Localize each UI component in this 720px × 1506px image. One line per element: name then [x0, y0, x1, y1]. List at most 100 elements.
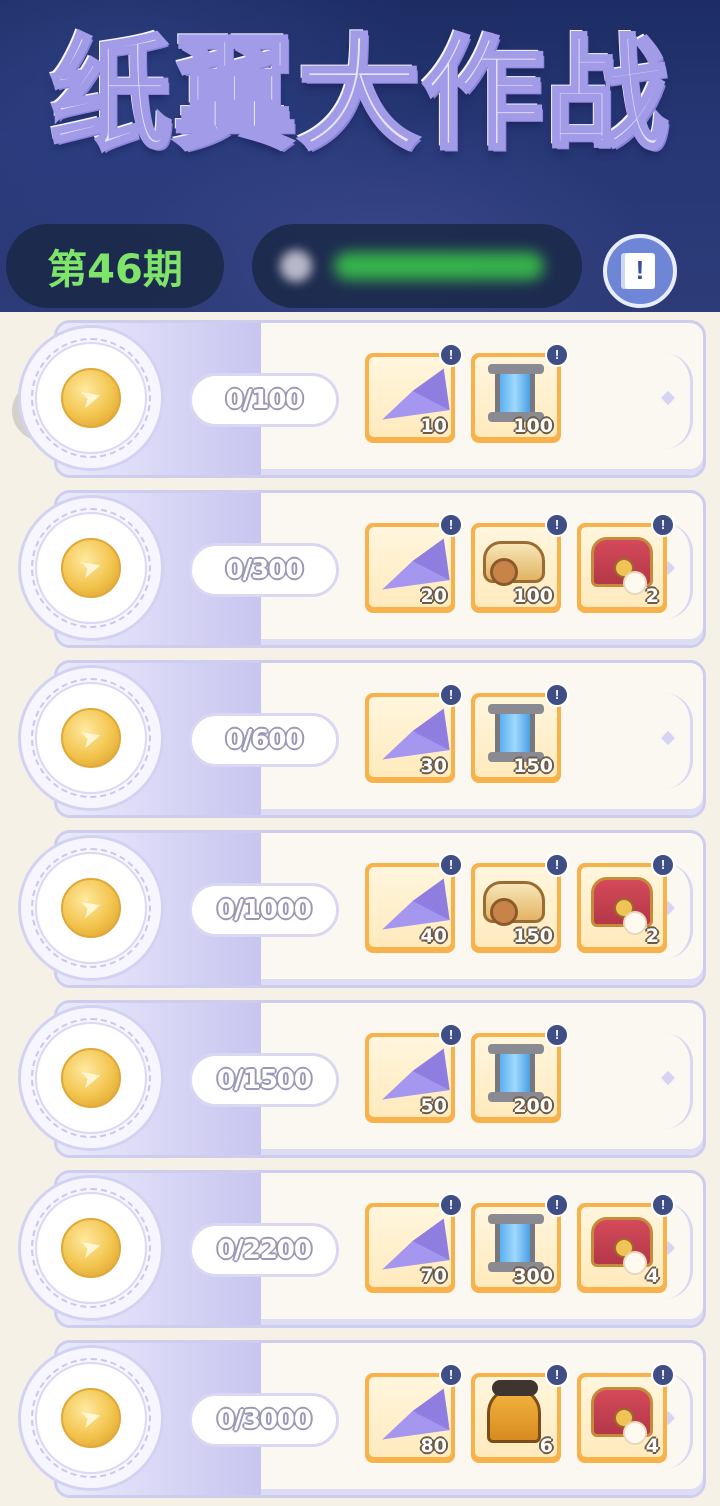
info-icon[interactable]: !: [651, 513, 675, 537]
tier-progress: 0/100: [189, 373, 339, 427]
plane-glyph-icon: ➤: [76, 550, 106, 586]
info-icon[interactable]: !: [651, 1193, 675, 1217]
info-icon[interactable]: !: [545, 513, 569, 537]
reward-item-energy-canister[interactable]: 200!: [471, 1023, 569, 1123]
bread-roll-icon: [483, 541, 545, 586]
book-icon: [625, 253, 655, 289]
wing-coin-icon: ➤: [45, 1048, 137, 1108]
medal-inner: ➤: [35, 852, 147, 964]
paper-plane-icon: [376, 368, 450, 420]
reward-item-paper-plane[interactable]: 20!: [365, 513, 463, 613]
tier-progress: 0/3000: [189, 1393, 339, 1447]
info-icon[interactable]: !: [545, 343, 569, 367]
reward-face: 100: [475, 527, 557, 607]
info-icon[interactable]: !: [439, 1193, 463, 1217]
tier-medal: ➤: [18, 1175, 164, 1321]
blurred-avatar: [280, 250, 312, 282]
reward-face: 50: [369, 1037, 451, 1117]
paper-plane-icon: [376, 538, 450, 590]
info-icon[interactable]: !: [439, 683, 463, 707]
reward-item-energy-canister[interactable]: 150!: [471, 683, 569, 783]
reward-face: 200: [475, 1037, 557, 1117]
tier-progress: 0/300: [189, 543, 339, 597]
info-icon[interactable]: !: [439, 513, 463, 537]
tier-progress: 0/2200: [189, 1223, 339, 1277]
reward-quantity: 4: [645, 1435, 659, 1457]
reward-face: 2: [581, 527, 663, 607]
medal-inner: ➤: [35, 1192, 147, 1304]
paper-plane-icon: [376, 1388, 450, 1440]
energy-canister-icon: [488, 364, 544, 422]
reward-quantity: 80: [420, 1435, 447, 1457]
reward-face: 150: [475, 697, 557, 777]
sticker-badge: [623, 911, 647, 935]
reward-item-energy-canister[interactable]: 300!: [471, 1193, 569, 1293]
energy-canister-icon: [488, 1214, 544, 1272]
medal-inner: ➤: [35, 1022, 147, 1134]
reward-item-bread-roll[interactable]: 150!: [471, 853, 569, 953]
reward-face: 100: [475, 357, 557, 437]
period-label: 第46期: [47, 247, 183, 293]
reward-item-paper-plane[interactable]: 70!: [365, 1193, 463, 1293]
plane-glyph-icon: ➤: [76, 1230, 106, 1266]
tier-medal: ➤: [18, 665, 164, 811]
reward-face: 4: [581, 1377, 663, 1457]
tier-medal: ➤: [18, 1005, 164, 1151]
tier-progress: 0/1000: [189, 883, 339, 937]
info-icon[interactable]: !: [651, 853, 675, 877]
tier-progress: 0/600: [189, 713, 339, 767]
reward-face: 30: [369, 697, 451, 777]
info-icon[interactable]: !: [545, 1363, 569, 1387]
sticker-badge: [623, 1251, 647, 1275]
reward-item-treasure-chest[interactable]: 2!: [577, 513, 675, 613]
wing-coin-icon: ➤: [45, 708, 137, 768]
rules-book-button[interactable]: [603, 234, 677, 308]
tier-medal: ➤: [18, 325, 164, 471]
reward-item-bread-roll[interactable]: 100!: [471, 513, 569, 613]
reward-item-golden-bell[interactable]: 6!: [471, 1363, 569, 1463]
reward-item-treasure-chest[interactable]: 4!: [577, 1363, 675, 1463]
event-header: 纸翼大作战 第46期: [0, 0, 720, 312]
reward-face: 20: [369, 527, 451, 607]
tier-medal: ➤: [18, 835, 164, 981]
info-icon[interactable]: !: [439, 853, 463, 877]
reward-item-treasure-chest[interactable]: 2!: [577, 853, 675, 953]
info-icon[interactable]: !: [651, 1363, 675, 1387]
tier-medal: ➤: [18, 1345, 164, 1491]
reward-face: 4: [581, 1207, 663, 1287]
reward-item-paper-plane[interactable]: 50!: [365, 1023, 463, 1123]
plane-glyph-icon: ➤: [76, 1400, 106, 1436]
reward-quantity: 2: [645, 585, 659, 607]
reward-item-treasure-chest[interactable]: 4!: [577, 1193, 675, 1293]
golden-bell-icon: [487, 1380, 541, 1443]
plane-glyph-icon: ➤: [76, 720, 106, 756]
energy-canister-icon: [488, 704, 544, 762]
info-icon[interactable]: !: [439, 343, 463, 367]
reward-face: 70: [369, 1207, 451, 1287]
wing-coin-icon: ➤: [45, 368, 137, 428]
info-icon[interactable]: !: [545, 1023, 569, 1047]
reward-face: 80: [369, 1377, 451, 1457]
event-title: 纸翼大作战: [48, 24, 670, 166]
reward-item-paper-plane[interactable]: 10!: [365, 343, 463, 443]
sticker-badge: [623, 571, 647, 595]
reward-item-paper-plane[interactable]: 80!: [365, 1363, 463, 1463]
reward-quantity: 200: [513, 1095, 553, 1117]
reward-quantity: 150: [513, 755, 553, 777]
reward-quantity: 4: [645, 1265, 659, 1287]
info-icon[interactable]: !: [545, 683, 569, 707]
info-icon[interactable]: !: [439, 1023, 463, 1047]
info-icon[interactable]: !: [439, 1363, 463, 1387]
wing-coin-icon: ➤: [45, 538, 137, 598]
wing-coin-icon: ➤: [45, 1218, 137, 1278]
reward-face: 300: [475, 1207, 557, 1287]
reward-quantity: 10: [420, 415, 447, 437]
info-icon[interactable]: !: [545, 853, 569, 877]
reward-item-paper-plane[interactable]: 30!: [365, 683, 463, 783]
reward-item-paper-plane[interactable]: 40!: [365, 853, 463, 953]
reward-quantity: 6: [539, 1435, 553, 1457]
player-info-pill: [252, 224, 582, 308]
info-icon[interactable]: !: [545, 1193, 569, 1217]
reward-face: 6: [475, 1377, 557, 1457]
reward-item-energy-canister[interactable]: 100!: [471, 343, 569, 443]
